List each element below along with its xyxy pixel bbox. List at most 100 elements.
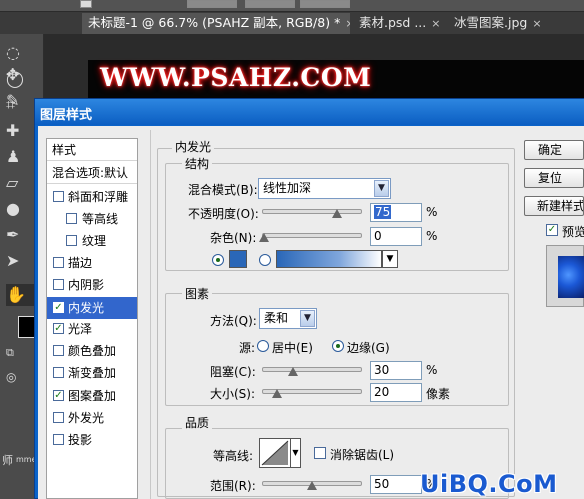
style-item-pattern-overlay[interactable]: ✓ 图案叠加 [47, 385, 137, 407]
opacity-label: 不透明度(O): [188, 207, 259, 221]
preview-checkbox[interactable]: ✓ [546, 224, 558, 236]
source-label: 源: [239, 341, 256, 355]
contour-preview[interactable] [259, 438, 291, 468]
opacity-input[interactable]: 75 [370, 203, 422, 222]
style-checkbox[interactable] [53, 191, 64, 202]
style-label: 内发光 [68, 301, 105, 315]
blending-options-item[interactable]: 混合选项:默认 [47, 162, 137, 184]
choke-slider-thumb[interactable] [288, 367, 298, 376]
lasso-tool-icon[interactable]: ◯ ✎ [6, 68, 38, 110]
preview-label: 预览 [562, 225, 584, 239]
style-checkbox[interactable] [66, 213, 77, 224]
size-input[interactable]: 20 [370, 383, 422, 402]
noise-input[interactable]: 0 [370, 227, 422, 246]
marquee-tool-icon[interactable]: ◌ ✥ [6, 42, 38, 84]
noise-slider-thumb[interactable] [259, 233, 269, 242]
document-tab[interactable]: 素材.psd ... × [353, 13, 445, 34]
style-label: 图案叠加 [68, 389, 117, 403]
chevron-down-icon: ▼ [300, 310, 315, 327]
style-checkbox[interactable] [53, 345, 64, 356]
site-logo: UiBQ.CoM [420, 470, 558, 498]
document-tab[interactable]: 冰雪图案.jpg × [448, 13, 584, 34]
ok-button[interactable]: 确定 [524, 140, 584, 160]
range-label: 范围(R): [210, 479, 256, 493]
style-item-bevel-emboss[interactable]: 斜面和浮雕 [47, 186, 137, 208]
tab-label: 冰雪图案.jpg [454, 15, 528, 30]
percent-unit: % [426, 229, 438, 243]
size-unit: 像素 [426, 387, 451, 401]
style-item-texture[interactable]: 纹理 [47, 230, 137, 252]
choke-label: 阻塞(C): [210, 365, 256, 379]
close-icon[interactable]: × [532, 17, 541, 30]
style-item-satin[interactable]: ✓ 光泽 [47, 318, 137, 340]
dialog-titlebar[interactable] [35, 99, 584, 125]
style-label: 纹理 [82, 234, 107, 248]
reset-button[interactable]: 复位 [524, 168, 584, 188]
style-label: 外发光 [68, 411, 105, 425]
range-input[interactable]: 50 [370, 475, 422, 494]
style-checkbox[interactable] [53, 367, 64, 378]
gradient-radio[interactable] [259, 254, 271, 266]
choke-slider[interactable] [262, 367, 362, 372]
quality-title: 品质 [182, 414, 213, 431]
solid-color-radio[interactable] [212, 254, 224, 266]
style-checkbox[interactable]: ✓ [53, 390, 64, 401]
opacity-slider-thumb[interactable] [332, 209, 342, 218]
style-item-color-overlay[interactable]: 颜色叠加 [47, 340, 137, 362]
source-center-radio[interactable] [257, 340, 269, 352]
style-item-outer-glow[interactable]: 外发光 [47, 407, 137, 429]
style-item-inner-glow[interactable]: ✓ 内发光 [47, 297, 137, 319]
style-label: 光泽 [68, 322, 93, 336]
glow-color-swatch[interactable] [229, 250, 247, 268]
blend-mode-label: 混合模式(B): [188, 183, 258, 197]
options-button[interactable] [187, 0, 237, 8]
style-label: 颜色叠加 [68, 344, 117, 358]
style-item-inner-shadow[interactable]: 内阴影 [47, 274, 137, 296]
style-checkbox[interactable] [66, 235, 77, 246]
antialias-label: 消除锯齿(L) [330, 448, 395, 462]
source-edge-label: 边缘(G) [347, 341, 390, 355]
new-style-button[interactable]: 新建样式 [524, 196, 584, 216]
options-checkbox[interactable] [80, 0, 92, 8]
style-item-gradient-overlay[interactable]: 渐变叠加 [47, 362, 137, 384]
style-label: 渐变叠加 [68, 366, 117, 380]
opacity-slider[interactable] [262, 209, 362, 214]
range-slider-thumb[interactable] [307, 481, 317, 490]
style-checkbox[interactable] [53, 412, 64, 423]
tab-label: 素材.psd ... [359, 15, 427, 30]
percent-unit: % [426, 363, 438, 377]
style-item-drop-shadow[interactable]: 投影 [47, 429, 137, 451]
elements-title: 图素 [182, 285, 213, 302]
size-slider-thumb[interactable] [272, 389, 282, 398]
tab-label: 未标题-1 @ 66.7% (PSAHZ 副本, RGB/8) * [88, 15, 341, 30]
preview-swatch [558, 256, 584, 298]
source-edge-radio[interactable] [332, 340, 344, 352]
technique-select[interactable]: 柔和 ▼ [259, 308, 317, 329]
close-icon[interactable]: × [431, 17, 440, 30]
choke-input[interactable]: 30 [370, 361, 422, 380]
style-item-stroke[interactable]: 描边 [47, 252, 137, 274]
style-checkbox[interactable] [53, 257, 64, 268]
gradient-picker[interactable] [276, 250, 382, 268]
style-checkbox[interactable] [53, 279, 64, 290]
source-center-label: 居中(E) [272, 341, 313, 355]
percent-unit: % [426, 205, 438, 219]
close-icon[interactable]: × [345, 17, 350, 30]
document-tab[interactable]: 未标题-1 @ 66.7% (PSAHZ 副本, RGB/8) * × [82, 13, 350, 34]
style-checkbox[interactable]: ✓ [53, 323, 64, 334]
blend-mode-select[interactable]: 线性加深 ▼ [258, 178, 391, 199]
noise-slider[interactable] [262, 233, 362, 238]
style-checkbox[interactable]: ✓ [53, 302, 64, 313]
style-label: 描边 [68, 256, 93, 270]
chevron-down-icon[interactable]: ▼ [291, 438, 301, 468]
options-button[interactable] [245, 0, 295, 8]
noise-label: 杂色(N): [210, 231, 257, 245]
chevron-down-icon[interactable]: ▼ [382, 250, 398, 268]
options-button[interactable] [300, 0, 350, 8]
opacity-value: 75 [374, 205, 392, 219]
styles-header[interactable]: 样式 [47, 139, 137, 161]
style-item-contour[interactable]: 等高线 [47, 208, 137, 230]
antialias-checkbox[interactable] [314, 447, 326, 459]
technique-value: 柔和 [264, 311, 289, 325]
style-checkbox[interactable] [53, 434, 64, 445]
